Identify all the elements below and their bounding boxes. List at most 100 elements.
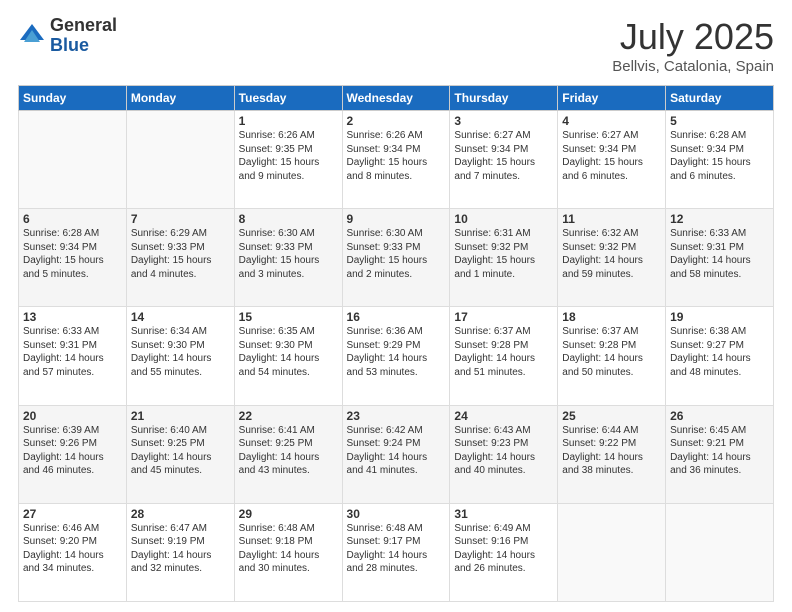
day-number: 24 [454, 409, 553, 423]
calendar-cell [126, 111, 234, 209]
calendar-cell: 22Sunrise: 6:41 AM Sunset: 9:25 PM Dayli… [234, 405, 342, 503]
day-number: 14 [131, 310, 230, 324]
day-info: Sunrise: 6:49 AM Sunset: 9:16 PM Dayligh… [454, 522, 553, 576]
calendar-cell: 23Sunrise: 6:42 AM Sunset: 9:24 PM Dayli… [342, 405, 450, 503]
day-info: Sunrise: 6:45 AM Sunset: 9:21 PM Dayligh… [670, 424, 769, 478]
day-info: Sunrise: 6:36 AM Sunset: 9:29 PM Dayligh… [347, 325, 446, 379]
weekday-header: Tuesday [234, 86, 342, 111]
logo: General Blue [18, 16, 117, 56]
weekday-header: Saturday [666, 86, 774, 111]
logo-text: General Blue [50, 16, 117, 56]
calendar-cell: 10Sunrise: 6:31 AM Sunset: 9:32 PM Dayli… [450, 209, 558, 307]
calendar-cell: 11Sunrise: 6:32 AM Sunset: 9:32 PM Dayli… [558, 209, 666, 307]
day-info: Sunrise: 6:33 AM Sunset: 9:31 PM Dayligh… [670, 227, 769, 281]
day-info: Sunrise: 6:32 AM Sunset: 9:32 PM Dayligh… [562, 227, 661, 281]
calendar-cell: 1Sunrise: 6:26 AM Sunset: 9:35 PM Daylig… [234, 111, 342, 209]
day-info: Sunrise: 6:26 AM Sunset: 9:34 PM Dayligh… [347, 129, 446, 183]
day-number: 18 [562, 310, 661, 324]
day-number: 30 [347, 507, 446, 521]
day-number: 16 [347, 310, 446, 324]
calendar-week-row: 13Sunrise: 6:33 AM Sunset: 9:31 PM Dayli… [19, 307, 774, 405]
calendar-cell: 19Sunrise: 6:38 AM Sunset: 9:27 PM Dayli… [666, 307, 774, 405]
weekday-header: Thursday [450, 86, 558, 111]
day-info: Sunrise: 6:26 AM Sunset: 9:35 PM Dayligh… [239, 129, 338, 183]
calendar-cell [558, 503, 666, 601]
calendar: SundayMondayTuesdayWednesdayThursdayFrid… [18, 85, 774, 602]
calendar-cell: 5Sunrise: 6:28 AM Sunset: 9:34 PM Daylig… [666, 111, 774, 209]
calendar-cell: 6Sunrise: 6:28 AM Sunset: 9:34 PM Daylig… [19, 209, 127, 307]
day-number: 5 [670, 114, 769, 128]
day-info: Sunrise: 6:30 AM Sunset: 9:33 PM Dayligh… [239, 227, 338, 281]
weekday-header: Friday [558, 86, 666, 111]
calendar-cell: 16Sunrise: 6:36 AM Sunset: 9:29 PM Dayli… [342, 307, 450, 405]
calendar-cell: 31Sunrise: 6:49 AM Sunset: 9:16 PM Dayli… [450, 503, 558, 601]
calendar-cell: 24Sunrise: 6:43 AM Sunset: 9:23 PM Dayli… [450, 405, 558, 503]
day-number: 23 [347, 409, 446, 423]
calendar-cell: 15Sunrise: 6:35 AM Sunset: 9:30 PM Dayli… [234, 307, 342, 405]
logo-icon [18, 22, 46, 50]
calendar-cell [666, 503, 774, 601]
day-number: 26 [670, 409, 769, 423]
page: General Blue July 2025 Bellvis, Cataloni… [0, 0, 792, 612]
day-info: Sunrise: 6:28 AM Sunset: 9:34 PM Dayligh… [23, 227, 122, 281]
calendar-cell: 20Sunrise: 6:39 AM Sunset: 9:26 PM Dayli… [19, 405, 127, 503]
day-info: Sunrise: 6:47 AM Sunset: 9:19 PM Dayligh… [131, 522, 230, 576]
calendar-cell: 14Sunrise: 6:34 AM Sunset: 9:30 PM Dayli… [126, 307, 234, 405]
calendar-week-row: 6Sunrise: 6:28 AM Sunset: 9:34 PM Daylig… [19, 209, 774, 307]
day-number: 11 [562, 212, 661, 226]
day-number: 28 [131, 507, 230, 521]
day-number: 17 [454, 310, 553, 324]
calendar-cell: 12Sunrise: 6:33 AM Sunset: 9:31 PM Dayli… [666, 209, 774, 307]
calendar-cell: 29Sunrise: 6:48 AM Sunset: 9:18 PM Dayli… [234, 503, 342, 601]
day-number: 8 [239, 212, 338, 226]
day-info: Sunrise: 6:40 AM Sunset: 9:25 PM Dayligh… [131, 424, 230, 478]
day-info: Sunrise: 6:48 AM Sunset: 9:17 PM Dayligh… [347, 522, 446, 576]
day-number: 12 [670, 212, 769, 226]
day-number: 27 [23, 507, 122, 521]
logo-general: General [50, 16, 117, 36]
calendar-cell [19, 111, 127, 209]
day-number: 2 [347, 114, 446, 128]
calendar-cell: 4Sunrise: 6:27 AM Sunset: 9:34 PM Daylig… [558, 111, 666, 209]
calendar-cell: 28Sunrise: 6:47 AM Sunset: 9:19 PM Dayli… [126, 503, 234, 601]
calendar-cell: 21Sunrise: 6:40 AM Sunset: 9:25 PM Dayli… [126, 405, 234, 503]
title-block: July 2025 Bellvis, Catalonia, Spain [612, 16, 774, 75]
day-info: Sunrise: 6:37 AM Sunset: 9:28 PM Dayligh… [562, 325, 661, 379]
day-info: Sunrise: 6:27 AM Sunset: 9:34 PM Dayligh… [562, 129, 661, 183]
day-number: 13 [23, 310, 122, 324]
day-info: Sunrise: 6:48 AM Sunset: 9:18 PM Dayligh… [239, 522, 338, 576]
day-number: 10 [454, 212, 553, 226]
day-info: Sunrise: 6:34 AM Sunset: 9:30 PM Dayligh… [131, 325, 230, 379]
header: General Blue July 2025 Bellvis, Cataloni… [18, 16, 774, 75]
day-info: Sunrise: 6:37 AM Sunset: 9:28 PM Dayligh… [454, 325, 553, 379]
day-info: Sunrise: 6:39 AM Sunset: 9:26 PM Dayligh… [23, 424, 122, 478]
calendar-week-row: 20Sunrise: 6:39 AM Sunset: 9:26 PM Dayli… [19, 405, 774, 503]
day-number: 9 [347, 212, 446, 226]
calendar-week-row: 1Sunrise: 6:26 AM Sunset: 9:35 PM Daylig… [19, 111, 774, 209]
calendar-cell: 3Sunrise: 6:27 AM Sunset: 9:34 PM Daylig… [450, 111, 558, 209]
calendar-cell: 13Sunrise: 6:33 AM Sunset: 9:31 PM Dayli… [19, 307, 127, 405]
day-number: 21 [131, 409, 230, 423]
day-info: Sunrise: 6:35 AM Sunset: 9:30 PM Dayligh… [239, 325, 338, 379]
day-info: Sunrise: 6:33 AM Sunset: 9:31 PM Dayligh… [23, 325, 122, 379]
day-info: Sunrise: 6:30 AM Sunset: 9:33 PM Dayligh… [347, 227, 446, 281]
logo-blue: Blue [50, 36, 117, 56]
month-title: July 2025 [612, 16, 774, 58]
calendar-cell: 17Sunrise: 6:37 AM Sunset: 9:28 PM Dayli… [450, 307, 558, 405]
calendar-cell: 9Sunrise: 6:30 AM Sunset: 9:33 PM Daylig… [342, 209, 450, 307]
day-info: Sunrise: 6:44 AM Sunset: 9:22 PM Dayligh… [562, 424, 661, 478]
day-number: 4 [562, 114, 661, 128]
day-number: 22 [239, 409, 338, 423]
day-number: 20 [23, 409, 122, 423]
calendar-cell: 26Sunrise: 6:45 AM Sunset: 9:21 PM Dayli… [666, 405, 774, 503]
day-number: 25 [562, 409, 661, 423]
day-info: Sunrise: 6:42 AM Sunset: 9:24 PM Dayligh… [347, 424, 446, 478]
calendar-cell: 30Sunrise: 6:48 AM Sunset: 9:17 PM Dayli… [342, 503, 450, 601]
day-info: Sunrise: 6:29 AM Sunset: 9:33 PM Dayligh… [131, 227, 230, 281]
calendar-cell: 8Sunrise: 6:30 AM Sunset: 9:33 PM Daylig… [234, 209, 342, 307]
day-info: Sunrise: 6:43 AM Sunset: 9:23 PM Dayligh… [454, 424, 553, 478]
day-info: Sunrise: 6:46 AM Sunset: 9:20 PM Dayligh… [23, 522, 122, 576]
day-number: 31 [454, 507, 553, 521]
day-number: 19 [670, 310, 769, 324]
day-info: Sunrise: 6:38 AM Sunset: 9:27 PM Dayligh… [670, 325, 769, 379]
